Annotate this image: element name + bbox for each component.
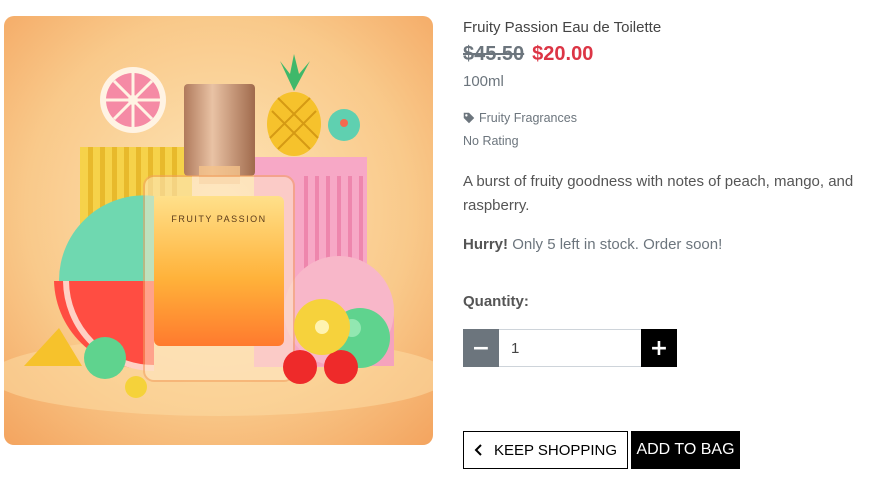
stock-hurry: Hurry!	[463, 236, 509, 253]
decrement-button[interactable]: −	[463, 329, 499, 367]
product-rating: No Rating	[463, 134, 519, 148]
product-description: A burst of fruity goodness with notes of…	[463, 173, 854, 214]
keep-shopping-label: KEEP SHOPPING	[493, 441, 618, 459]
product-illustration: FRUITY PASSION	[4, 16, 433, 445]
quantity-label: Quantity:	[463, 293, 529, 310]
action-buttons: KEEP SHOPPING ADD TO BAG	[463, 431, 740, 469]
product-image: FRUITY PASSION	[4, 16, 433, 445]
add-to-bag-button[interactable]: ADD TO BAG	[631, 431, 740, 469]
increment-button[interactable]: +	[641, 329, 677, 367]
keep-shopping-button[interactable]: KEEP SHOPPING	[463, 431, 628, 469]
bottle-label: FRUITY PASSION	[171, 214, 266, 224]
product-category[interactable]: Fruity Fragrances	[463, 111, 577, 125]
chevron-left-icon	[474, 444, 482, 456]
quantity-input[interactable]	[499, 329, 641, 367]
tag-icon	[463, 112, 475, 124]
sale-price: $20.00	[532, 43, 594, 65]
original-price: $45.50	[463, 43, 525, 65]
product-title: Fruity Passion Eau de Toilette	[463, 19, 662, 36]
quantity-stepper: − +	[463, 329, 677, 367]
category-label: Fruity Fragrances	[479, 111, 577, 125]
price-row: $45.50 $20.00	[463, 43, 593, 66]
stock-message: Hurry! Only 5 left in stock. Order soon!	[463, 236, 722, 253]
stock-text: Only 5 left in stock. Order soon!	[512, 236, 723, 253]
product-size: 100ml	[463, 73, 504, 90]
